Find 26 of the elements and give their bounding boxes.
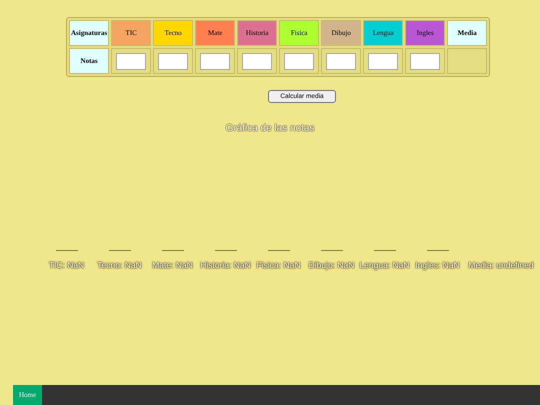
grade-input[interactable] xyxy=(284,52,314,70)
bar-label: Lengua: NaN xyxy=(359,260,410,270)
bar-line xyxy=(56,250,78,251)
grade-input[interactable] xyxy=(410,52,440,70)
grade-input[interactable] xyxy=(368,52,398,70)
bar-line xyxy=(108,250,130,251)
grade-input[interactable] xyxy=(200,52,230,70)
bar-line xyxy=(374,250,396,251)
bar-line xyxy=(214,250,236,251)
bar-label: Ingles: NaN xyxy=(415,260,460,270)
bar-label: Tecno: NaN xyxy=(97,260,142,270)
grade-input[interactable] xyxy=(242,52,272,70)
bar-line xyxy=(426,250,448,251)
bar-line xyxy=(268,250,290,251)
chart-title: Gráfica de las notas xyxy=(226,123,314,134)
bar-line xyxy=(320,250,342,251)
bar-line xyxy=(162,250,184,251)
bar-label: Fisica: NaN xyxy=(256,260,300,270)
grade-input[interactable] xyxy=(158,52,188,70)
average-label: Media: undefined xyxy=(468,260,534,270)
grade-input[interactable] xyxy=(116,52,146,70)
bar-label: Historia: NaN xyxy=(200,260,251,270)
grade-input[interactable] xyxy=(326,52,356,70)
bar-label: Mate: NaN xyxy=(152,260,193,270)
bar-label: Dibujo: NaN xyxy=(308,260,354,270)
bar-label: TIC: NaN xyxy=(48,260,84,270)
